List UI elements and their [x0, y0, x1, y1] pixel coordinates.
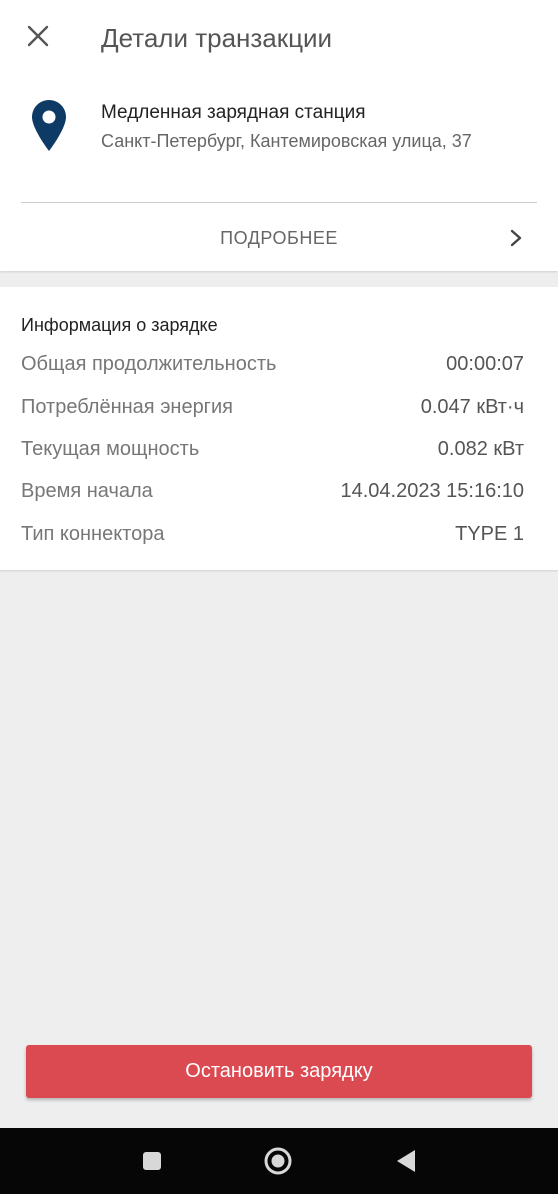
info-value: TYPE 1	[455, 522, 524, 545]
transaction-header-card: Детали транзакции Медленная зарядная ста…	[0, 0, 558, 271]
stop-charging-button[interactable]: Остановить зарядку	[26, 1045, 532, 1098]
chevron-right-icon	[510, 229, 522, 247]
info-label: Общая продолжительность	[21, 352, 277, 375]
location-pin-icon	[32, 100, 66, 151]
info-row-duration: Общая продолжительность 00:00:07	[21, 349, 524, 379]
charging-info-card: Информация о зарядке Общая продолжительн…	[0, 287, 558, 570]
back-icon	[397, 1150, 415, 1172]
recent-apps-button[interactable]	[135, 1144, 169, 1178]
info-value: 00:00:07	[446, 352, 524, 375]
station-name: Медленная зарядная станция	[101, 102, 366, 123]
info-label: Текущая мощность	[21, 437, 200, 460]
info-label: Время начала	[21, 479, 153, 502]
page-title: Детали транзакции	[101, 23, 333, 53]
info-label: Потреблённая энергия	[21, 395, 233, 418]
close-button[interactable]	[20, 18, 56, 54]
divider	[21, 202, 537, 203]
station-address: Санкт-Петербург, Кантемировская улица, 3…	[101, 131, 472, 151]
details-label: ПОДРОБНЕЕ	[220, 228, 338, 248]
recent-apps-icon	[143, 1152, 161, 1170]
info-row-power: Текущая мощность 0.082 кВт	[21, 434, 524, 464]
info-label: Тип коннектора	[21, 522, 165, 545]
system-nav-bar	[0, 1128, 558, 1194]
charging-info-title: Информация о зарядке	[21, 315, 218, 335]
back-button[interactable]	[389, 1144, 423, 1178]
info-row-connector: Тип коннектора TYPE 1	[21, 519, 524, 549]
details-link[interactable]: ПОДРОБНЕЕ	[0, 204, 558, 271]
info-value: 14.04.2023 15:16:10	[340, 479, 524, 502]
close-icon	[27, 25, 49, 47]
home-button[interactable]	[261, 1144, 295, 1178]
home-icon	[264, 1147, 292, 1175]
info-value: 0.082 кВт	[437, 437, 524, 460]
info-row-energy: Потреблённая энергия 0.047 кВт·ч	[21, 392, 524, 422]
info-row-start-time: Время начала 14.04.2023 15:16:10	[21, 476, 524, 506]
info-value: 0.047 кВт·ч	[420, 395, 524, 418]
